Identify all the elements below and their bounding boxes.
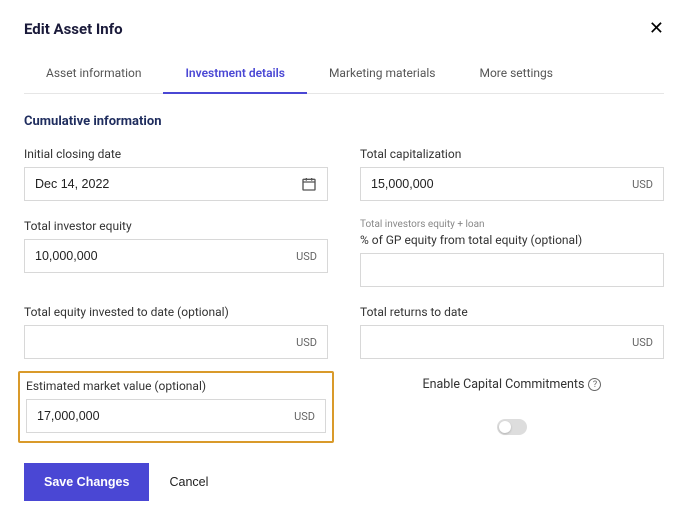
field-total-investor-equity: Total investor equity USD (24, 219, 328, 287)
actions: Save Changes Cancel (24, 463, 664, 501)
close-icon[interactable]: ✕ (649, 20, 664, 38)
currency-suffix: USD (626, 336, 653, 349)
currency-suffix: USD (290, 336, 317, 349)
fields-grid: Initial closing date Total capitalizatio… (24, 147, 664, 435)
input-wrap[interactable] (24, 167, 328, 201)
input-wrap[interactable]: USD (24, 325, 328, 359)
input-wrap[interactable]: USD (26, 399, 326, 433)
estimated-market-value-input[interactable] (37, 409, 288, 423)
input-wrap[interactable]: USD (360, 325, 664, 359)
input-wrap[interactable] (360, 253, 664, 287)
toggle-label-text: Enable Capital Commitments (423, 377, 585, 392)
field-label: % of GP equity from total equity (option… (360, 233, 664, 247)
calendar-icon[interactable] (301, 176, 317, 192)
initial-closing-date-input[interactable] (35, 177, 301, 191)
cancel-button[interactable]: Cancel (169, 475, 208, 489)
save-changes-button[interactable]: Save Changes (24, 463, 149, 501)
section-heading: Cumulative information (24, 114, 664, 129)
tab-investment-details[interactable]: Investment details (163, 56, 306, 94)
currency-suffix: USD (288, 410, 315, 423)
tab-asset-information[interactable]: Asset information (24, 56, 163, 93)
field-estimated-market-value: Estimated market value (optional) USD (18, 371, 334, 443)
total-capitalization-input[interactable] (371, 177, 626, 191)
field-label: Total equity invested to date (optional) (24, 305, 328, 319)
field-label: Estimated market value (optional) (26, 379, 326, 393)
gp-equity-pct-input[interactable] (371, 263, 653, 277)
total-returns-input[interactable] (371, 335, 626, 349)
field-label: Initial closing date (24, 147, 328, 161)
currency-suffix: USD (626, 178, 653, 191)
field-initial-closing-date: Initial closing date (24, 147, 328, 201)
edit-asset-modal: Edit Asset Info ✕ Asset information Inve… (0, 0, 688, 521)
tab-more-settings[interactable]: More settings (457, 56, 575, 93)
modal-header: Edit Asset Info ✕ (24, 20, 664, 38)
helper-text: Total investors equity + loan (360, 219, 664, 230)
modal-title: Edit Asset Info (24, 20, 123, 38)
tab-marketing-materials[interactable]: Marketing materials (307, 56, 458, 93)
field-total-capitalization: Total capitalization USD (360, 147, 664, 201)
input-wrap[interactable]: USD (360, 167, 664, 201)
capital-commitments-toggle[interactable] (497, 419, 527, 435)
total-equity-invested-input[interactable] (35, 335, 290, 349)
field-gp-equity-pct: Total investors equity + loan % of GP eq… (360, 219, 664, 287)
help-icon[interactable]: ? (588, 378, 601, 391)
field-enable-capital-commitments: Enable Capital Commitments ? (360, 377, 664, 435)
field-total-returns: Total returns to date USD (360, 305, 664, 359)
field-label: Total investor equity (24, 219, 328, 233)
input-wrap[interactable]: USD (24, 239, 328, 273)
total-investor-equity-input[interactable] (35, 249, 290, 263)
tabs: Asset information Investment details Mar… (24, 56, 664, 94)
field-label: Total returns to date (360, 305, 664, 319)
field-total-equity-invested: Total equity invested to date (optional)… (24, 305, 328, 359)
currency-suffix: USD (290, 250, 317, 263)
toggle-label: Enable Capital Commitments ? (423, 377, 602, 392)
field-label: Total capitalization (360, 147, 664, 161)
